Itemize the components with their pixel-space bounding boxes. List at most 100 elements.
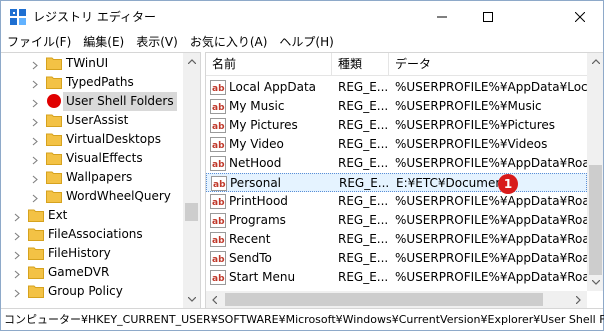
- tree-item-label: User Shell Folders: [63, 92, 177, 111]
- close-button[interactable]: [557, 1, 603, 32]
- list-scroll-thumb[interactable]: [589, 165, 602, 275]
- chevron-right-icon[interactable]: [13, 211, 21, 222]
- folder-icon: [46, 56, 62, 70]
- value-name: Programs: [229, 213, 286, 227]
- reg-string-value-icon: ab: [210, 137, 226, 152]
- tree-item-label: Ext: [48, 208, 68, 222]
- tree-item[interactable]: Group Policy: [1, 282, 183, 301]
- chevron-right-icon[interactable]: [31, 59, 39, 70]
- list-vertical-scrollbar[interactable]: [587, 53, 603, 291]
- tree-item[interactable]: UserAssist: [1, 111, 183, 130]
- chevron-right-icon[interactable]: [31, 116, 39, 127]
- value-row[interactable]: ab Local AppData REG_E... %USERPROFILE%¥App…: [206, 78, 587, 97]
- reg-string-value-icon: ab: [210, 156, 226, 171]
- value-row[interactable]: ab Start Menu REG_E... %USERPROFILE%¥AppDat…: [206, 268, 587, 287]
- value-row[interactable]: ab PrintHood REG_E... %USERPROFILE%¥AppData…: [206, 192, 587, 211]
- tree-item-label: VisualEffects: [66, 151, 143, 165]
- scroll-up-arrow[interactable]: [587, 53, 603, 70]
- value-type: REG_E...: [338, 251, 388, 265]
- value-list-pane[interactable]: 名前 種類 データ ab Local AppData REG_E... %USERPR…: [205, 52, 603, 308]
- chevron-right-icon[interactable]: [31, 192, 39, 203]
- value-name: Start Menu: [229, 270, 296, 284]
- title-bar[interactable]: レジストリ エディター: [1, 1, 603, 32]
- scroll-left-arrow[interactable]: [206, 291, 223, 308]
- tree-scroll-thumb[interactable]: [185, 203, 198, 221]
- scroll-down-arrow[interactable]: [587, 274, 603, 291]
- folder-icon: [28, 227, 44, 241]
- scroll-down-arrow[interactable]: [183, 291, 200, 308]
- folder-icon: [28, 265, 44, 279]
- value-data: %USERPROFILE%¥Pictures: [395, 118, 556, 132]
- tree-item[interactable]: FileAssociations: [1, 225, 183, 244]
- svg-text:ab: ab: [212, 255, 225, 265]
- value-row[interactable]: ab NetHood REG_E... %USERPROFILE%¥AppData¥R…: [206, 154, 587, 173]
- tree-item-label: WordWheelQuery: [66, 189, 171, 203]
- folder-icon: [46, 132, 62, 146]
- chevron-right-icon[interactable]: [13, 287, 21, 298]
- value-data: %USERPROFILE%¥AppData¥Roamin: [395, 270, 587, 284]
- window-title: レジストリ エディター: [33, 10, 156, 24]
- column-header-name[interactable]: 名前: [206, 53, 332, 76]
- minimize-button[interactable]: [419, 1, 465, 32]
- svg-text:ab: ab: [212, 198, 225, 208]
- value-row[interactable]: ab SendTo REG_E... %USERPROFILE%¥AppData¥Ro…: [206, 249, 587, 268]
- chevron-right-icon[interactable]: [13, 230, 21, 241]
- chevron-right-icon[interactable]: [31, 135, 39, 146]
- menu-edit[interactable]: 編集(E): [77, 32, 130, 52]
- list-hscroll-thumb[interactable]: [225, 293, 543, 306]
- tree-item[interactable]: GameDVR: [1, 263, 183, 282]
- tree-item[interactable]: Wallpapers: [1, 168, 183, 187]
- key-tree-pane[interactable]: TWinUI TypedPaths User Shell Folders UserAs…: [1, 52, 201, 308]
- chevron-right-icon[interactable]: [13, 249, 21, 260]
- value-name: My Pictures: [229, 118, 298, 132]
- tree-item[interactable]: VisualEffects: [1, 149, 183, 168]
- value-row[interactable]: ab Personal REG_E... E:¥ETC¥Documents: [206, 173, 587, 192]
- value-row[interactable]: ab Programs REG_E... %USERPROFILE%¥AppData¥…: [206, 211, 587, 230]
- column-header-type[interactable]: 種類: [332, 53, 389, 76]
- chevron-right-icon[interactable]: [31, 78, 39, 89]
- menu-file[interactable]: ファイル(F): [1, 32, 77, 52]
- value-type: REG_E...: [338, 137, 388, 151]
- value-data: %USERPROFILE%¥AppData¥Roamin: [395, 232, 587, 246]
- tree-item[interactable]: WordWheelQuery: [1, 187, 183, 206]
- chevron-right-icon[interactable]: [13, 268, 21, 279]
- value-row[interactable]: ab My Music REG_E... %USERPROFILE%¥Music: [206, 97, 587, 116]
- tree-item[interactable]: VirtualDesktops: [1, 130, 183, 149]
- svg-text:ab: ab: [212, 122, 225, 132]
- value-row[interactable]: ab My Pictures REG_E... %USERPROFILE%¥Pictu…: [206, 116, 587, 135]
- tree-item-label: FileAssociations: [48, 227, 143, 241]
- value-name: My Music: [229, 99, 285, 113]
- close-icon: [575, 11, 585, 22]
- value-type: REG_E...: [338, 213, 388, 227]
- tree-item-label: UserAssist: [66, 113, 129, 127]
- chevron-right-icon[interactable]: [31, 97, 39, 108]
- registry-editor-icon: [10, 9, 26, 25]
- tree-item[interactable]: TypedPaths: [1, 73, 183, 92]
- tree-item[interactable]: FileHistory: [1, 244, 183, 263]
- column-header-data[interactable]: データ: [389, 53, 587, 76]
- reg-string-value-icon: ab: [210, 270, 226, 285]
- tree-vertical-scrollbar[interactable]: [183, 53, 200, 308]
- tree-item[interactable]: User Shell Folders: [1, 92, 183, 111]
- value-row[interactable]: ab My Video REG_E... %USERPROFILE%¥Videos: [206, 135, 587, 154]
- list-header: 名前 種類 データ: [206, 53, 587, 76]
- reg-string-value-icon: ab: [211, 176, 227, 191]
- reg-string-value-icon: ab: [210, 194, 226, 209]
- menu-view[interactable]: 表示(V): [130, 32, 184, 52]
- list-horizontal-scrollbar[interactable]: [206, 291, 587, 308]
- scroll-right-arrow[interactable]: [570, 291, 587, 308]
- tree-item[interactable]: Ext: [1, 206, 183, 225]
- scroll-up-arrow[interactable]: [183, 53, 200, 70]
- value-data: %USERPROFILE%¥Videos: [395, 137, 548, 151]
- maximize-button[interactable]: [465, 1, 511, 32]
- menu-help[interactable]: ヘルプ(H): [273, 32, 339, 52]
- value-name: Recent: [229, 232, 271, 246]
- svg-text:ab: ab: [212, 103, 225, 113]
- svg-text:ab: ab: [213, 180, 226, 190]
- chevron-right-icon[interactable]: [31, 154, 39, 165]
- value-row[interactable]: ab Recent REG_E... %USERPROFILE%¥AppData¥Ro…: [206, 230, 587, 249]
- reg-string-value-icon: ab: [210, 118, 226, 133]
- menu-favorites[interactable]: お気に入り(A): [184, 32, 274, 52]
- chevron-right-icon[interactable]: [31, 173, 39, 184]
- tree-item[interactable]: TWinUI: [1, 54, 183, 73]
